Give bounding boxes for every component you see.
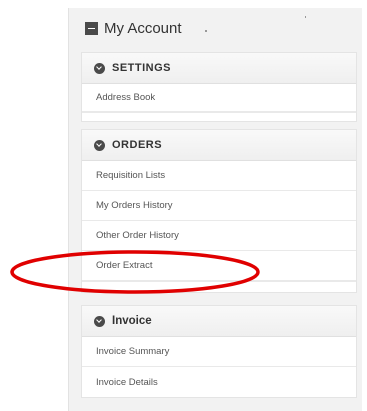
section-header-label: SETTINGS bbox=[112, 62, 172, 74]
section-header-label: ORDERS bbox=[112, 139, 163, 151]
section-header-label: Invoice bbox=[112, 315, 152, 327]
menu-item-invoice-summary[interactable]: Invoice Summary bbox=[82, 337, 356, 367]
section-orders: ORDERS Requisition Lists My Orders Histo… bbox=[81, 129, 357, 293]
artifact-dot bbox=[305, 16, 306, 18]
panel-title[interactable]: My Account bbox=[85, 18, 182, 38]
artifact-dot bbox=[205, 30, 207, 32]
section-header-invoice[interactable]: Invoice bbox=[82, 306, 356, 337]
menu-item-requisition-lists[interactable]: Requisition Lists bbox=[82, 161, 356, 191]
menu-item-order-extract[interactable]: Order Extract bbox=[82, 251, 356, 281]
chevron-circle-down-icon bbox=[94, 315, 105, 327]
section-settings: SETTINGS Address Book bbox=[81, 52, 357, 122]
section-header-orders[interactable]: ORDERS bbox=[82, 130, 356, 161]
section-invoice: Invoice Invoice Summary Invoice Details bbox=[81, 305, 357, 398]
menu-item-invoice-details[interactable]: Invoice Details bbox=[82, 367, 356, 397]
chevron-circle-down-icon bbox=[94, 62, 105, 74]
panel-title-text: My Account bbox=[104, 19, 182, 37]
my-account-panel: My Account SETTINGS Address Book ORDERS … bbox=[68, 8, 362, 411]
menu-item-address-book[interactable]: Address Book bbox=[82, 84, 356, 112]
menu-item-other-order-history[interactable]: Other Order History bbox=[82, 221, 356, 251]
chevron-circle-down-icon bbox=[94, 139, 105, 151]
minus-square-icon[interactable] bbox=[85, 21, 98, 35]
section-spacer bbox=[82, 112, 356, 121]
section-spacer bbox=[82, 281, 356, 292]
menu-item-my-orders-history[interactable]: My Orders History bbox=[82, 191, 356, 221]
section-header-settings[interactable]: SETTINGS bbox=[82, 53, 356, 84]
